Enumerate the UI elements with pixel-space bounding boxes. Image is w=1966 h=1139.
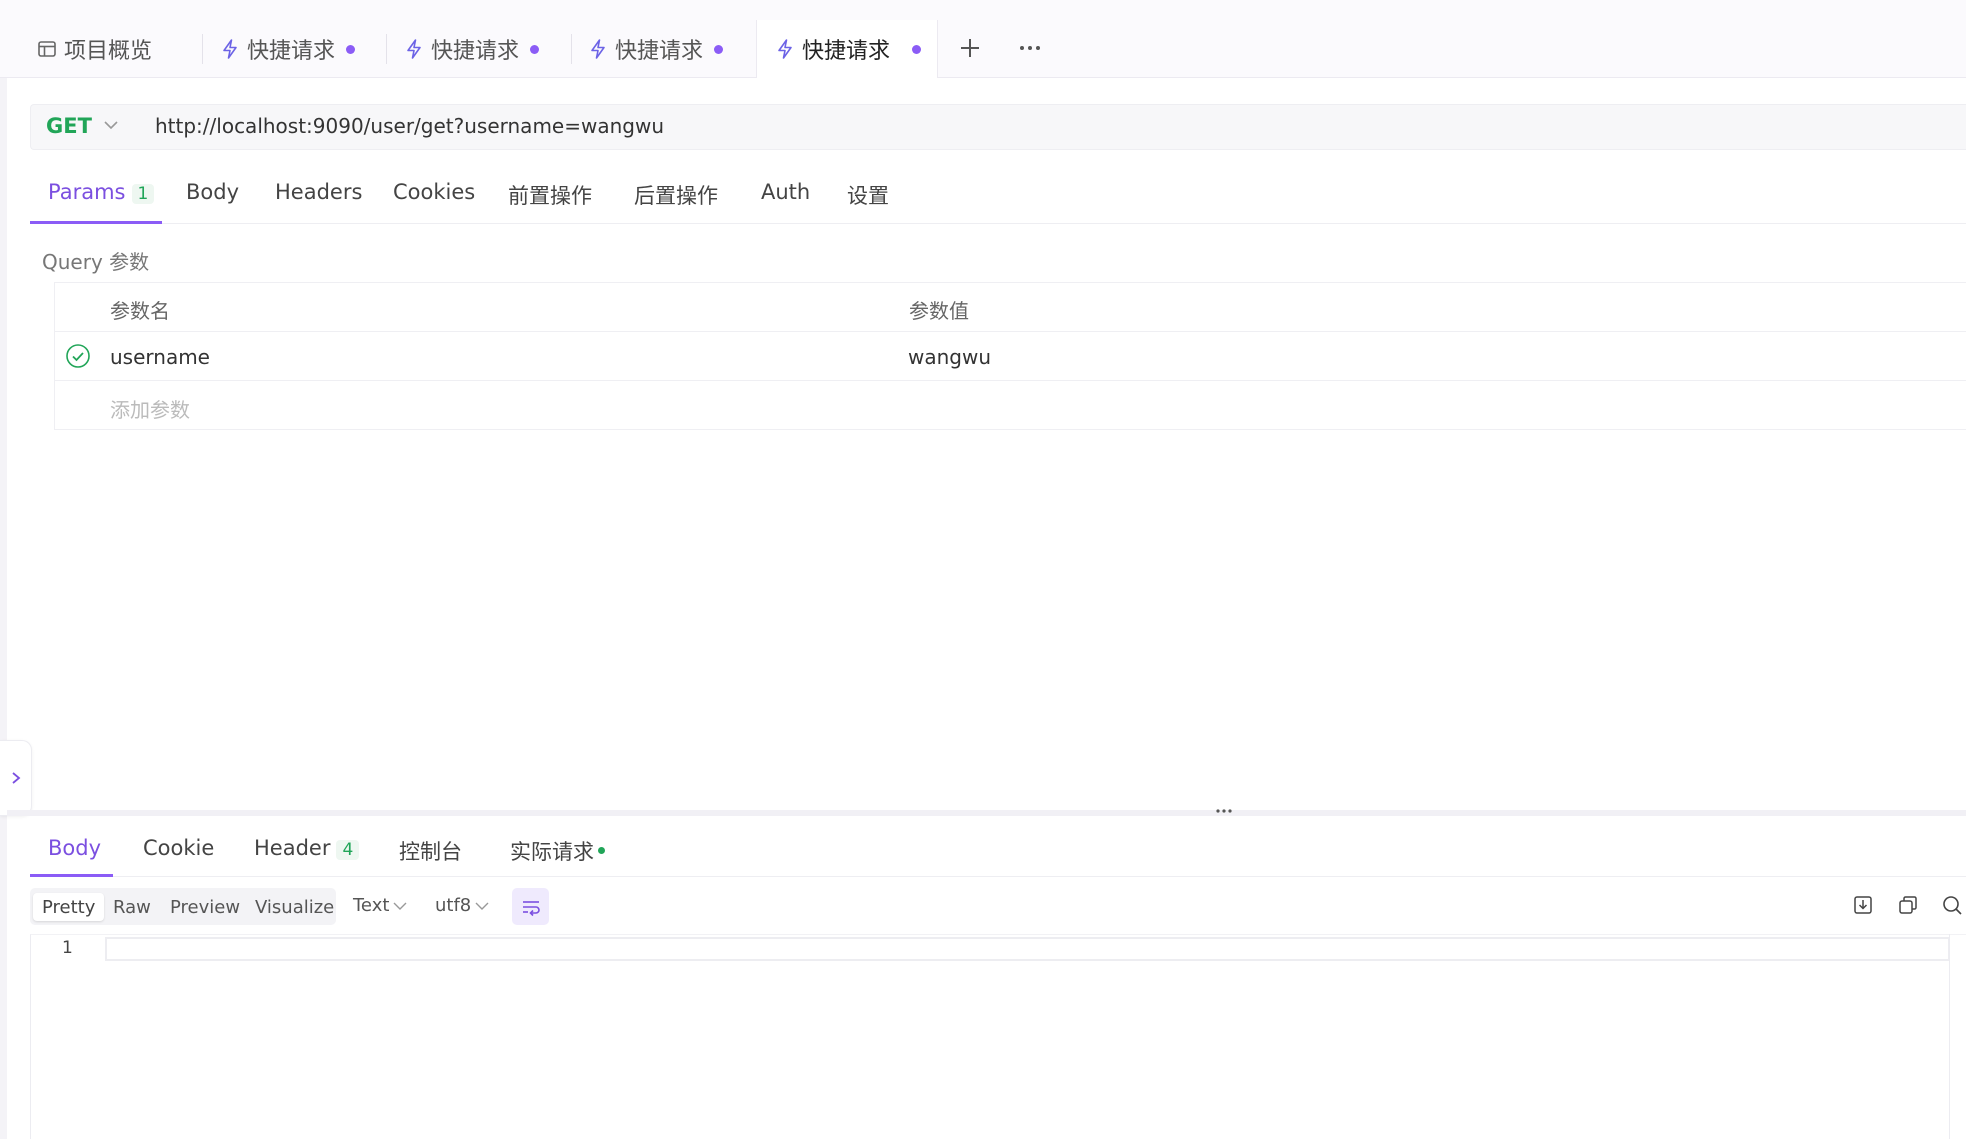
view-mode-pretty[interactable]: Pretty bbox=[33, 893, 105, 921]
lightning-icon bbox=[587, 38, 609, 60]
lightning-icon bbox=[774, 38, 796, 60]
tab-label: Params bbox=[48, 180, 126, 204]
unsaved-dot bbox=[346, 45, 356, 54]
tab-quick-request-3[interactable]: 快捷请求 bbox=[587, 20, 724, 78]
tab-response-body[interactable]: Body bbox=[48, 836, 101, 860]
view-mode-raw[interactable]: Raw bbox=[113, 893, 151, 921]
left-edge-strip bbox=[0, 0, 7, 1139]
lightning-icon bbox=[219, 38, 241, 60]
status-dot bbox=[598, 846, 605, 854]
format-select[interactable]: Text bbox=[353, 895, 408, 916]
row-divider bbox=[54, 331, 1966, 332]
divider bbox=[30, 223, 1966, 224]
param-name-input[interactable]: username bbox=[110, 345, 210, 369]
tab-console[interactable]: 控制台 bbox=[399, 836, 462, 866]
new-tab-button[interactable] bbox=[958, 36, 982, 64]
tab-quick-request-2[interactable]: 快捷请求 bbox=[403, 20, 540, 78]
unsaved-dot bbox=[714, 45, 724, 54]
active-tab-indicator bbox=[30, 221, 162, 224]
url-input[interactable]: http://localhost:9090/user/get?username=… bbox=[155, 114, 664, 138]
tab-more-button[interactable] bbox=[1018, 36, 1042, 64]
params-count-badge: 1 bbox=[131, 184, 155, 204]
layout-icon bbox=[36, 38, 58, 60]
param-enabled-checkbox[interactable] bbox=[65, 343, 91, 373]
add-param-input[interactable]: 添加参数 bbox=[110, 394, 190, 423]
tab-label: 快捷请求 bbox=[615, 39, 704, 64]
tab-label: 实际请求 bbox=[510, 840, 594, 864]
tab-cookies[interactable]: Cookies bbox=[393, 180, 475, 204]
search-button[interactable] bbox=[1941, 894, 1963, 920]
view-mode-preview[interactable]: Preview bbox=[170, 893, 240, 921]
active-tab-indicator bbox=[30, 874, 113, 877]
tab-label: 快捷请求 bbox=[431, 39, 520, 64]
unsaved-dot bbox=[530, 45, 540, 54]
method-select[interactable]: GET bbox=[46, 114, 92, 138]
tab-label: 项目概览 bbox=[64, 39, 153, 64]
tab-response-header[interactable]: Header 4 bbox=[254, 836, 360, 860]
download-icon bbox=[1854, 896, 1872, 914]
header-count-badge: 4 bbox=[336, 840, 360, 860]
more-horizontal-icon bbox=[1020, 46, 1040, 50]
tab-quick-request-4-active[interactable]: 快捷请求 bbox=[756, 20, 938, 78]
tab-project-overview[interactable]: 项目概览 bbox=[36, 20, 152, 78]
search-icon bbox=[1943, 896, 1962, 915]
wrap-icon bbox=[522, 900, 540, 916]
tab-response-cookie[interactable]: Cookie bbox=[143, 836, 214, 860]
tab-headers[interactable]: Headers bbox=[275, 180, 362, 204]
row-divider bbox=[54, 380, 1966, 381]
word-wrap-toggle[interactable] bbox=[512, 888, 549, 925]
encoding-select[interactable]: utf8 bbox=[435, 895, 490, 916]
drag-handle-icon[interactable] bbox=[1214, 800, 1234, 821]
tab-actual-request[interactable]: 实际请求 bbox=[510, 836, 605, 866]
view-mode-visualize[interactable]: Visualize bbox=[255, 893, 334, 921]
pane-splitter[interactable] bbox=[7, 810, 1966, 816]
chevron-down-icon bbox=[393, 902, 407, 910]
column-header-value: 参数值 bbox=[909, 299, 969, 323]
current-line-highlight bbox=[105, 937, 1950, 961]
tab-label: Header bbox=[254, 836, 331, 860]
download-button[interactable] bbox=[1852, 894, 1874, 920]
tab-params[interactable]: Params 1 bbox=[48, 180, 155, 204]
response-editor[interactable] bbox=[30, 934, 1966, 1139]
unsaved-dot bbox=[912, 45, 921, 54]
param-value-input[interactable]: wangwu bbox=[908, 345, 991, 369]
tab-label: 快捷请求 bbox=[247, 39, 336, 64]
tab-settings[interactable]: 设置 bbox=[847, 180, 889, 210]
section-title: Query 参数 bbox=[42, 250, 150, 274]
tab-post-processors[interactable]: 后置操作 bbox=[634, 180, 718, 210]
chevron-right-icon bbox=[11, 772, 20, 784]
editor-scrollbar-track[interactable] bbox=[1949, 934, 1950, 1139]
plus-icon bbox=[961, 39, 979, 57]
tab-auth[interactable]: Auth bbox=[761, 180, 810, 204]
tab-divider bbox=[386, 34, 387, 64]
tab-pre-processors[interactable]: 前置操作 bbox=[508, 180, 592, 210]
copy-icon bbox=[1899, 896, 1917, 914]
lightning-icon bbox=[403, 38, 425, 60]
tab-label: 快捷请求 bbox=[802, 39, 891, 64]
divider bbox=[30, 876, 1966, 877]
chevron-down-icon bbox=[475, 902, 489, 910]
sidebar-expand-button[interactable] bbox=[0, 740, 32, 816]
chevron-down-icon[interactable] bbox=[102, 116, 120, 138]
tab-quick-request-1[interactable]: 快捷请求 bbox=[219, 20, 356, 78]
encoding-value: utf8 bbox=[435, 895, 472, 916]
params-table bbox=[54, 282, 1966, 430]
check-circle-icon bbox=[66, 344, 90, 368]
format-value: Text bbox=[353, 895, 390, 916]
column-header-name: 参数名 bbox=[110, 299, 170, 323]
tab-divider bbox=[202, 34, 203, 64]
copy-button[interactable] bbox=[1897, 894, 1919, 920]
line-number: 1 bbox=[62, 938, 73, 958]
tab-body[interactable]: Body bbox=[186, 180, 239, 204]
tab-divider bbox=[571, 34, 572, 64]
